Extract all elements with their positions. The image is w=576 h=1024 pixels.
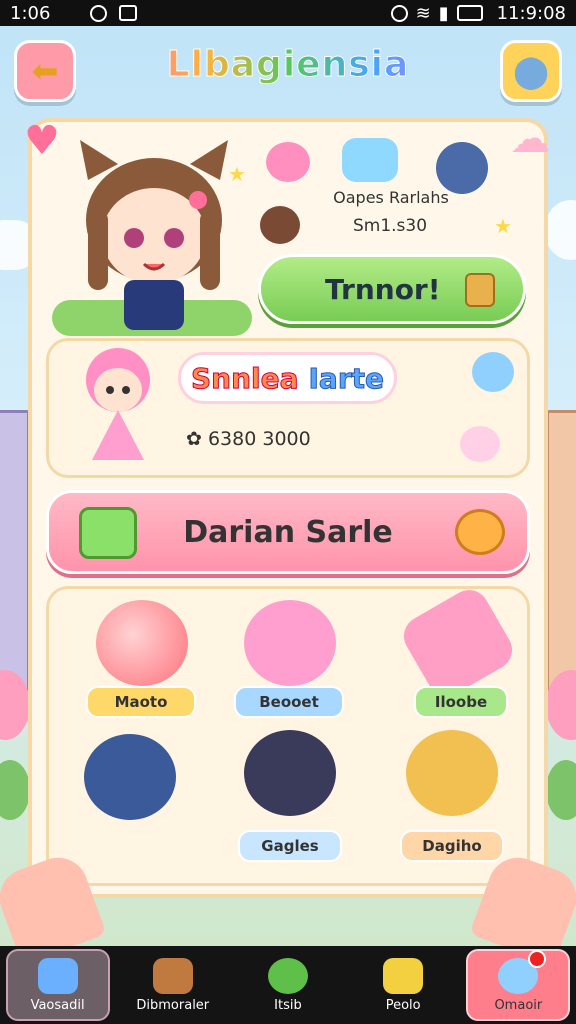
status-bar: 1:06 ≋ ▮ 11:9:08	[0, 0, 576, 26]
nav-label: Peolo	[385, 997, 421, 1013]
bear-icon	[455, 509, 505, 555]
box-icon	[152, 957, 193, 994]
wifi-icon: ≋	[415, 2, 431, 24]
grid-item-label: Iloobe	[414, 686, 508, 718]
hero-character[interactable]	[58, 140, 250, 336]
grid-item-dagiho[interactable]: Dagiho	[392, 730, 512, 862]
big-action-button[interactable]: Darian Sarle	[46, 490, 530, 574]
big-action-label: Darian Sarle	[183, 514, 393, 550]
nav-chat[interactable]: Omaoir	[466, 949, 571, 1021]
grid-item-label: Beooet	[234, 686, 344, 718]
nav-label: Dibmoraler	[136, 997, 210, 1013]
pets-name: Oapes Rarlahs	[333, 188, 449, 207]
image-icon	[119, 4, 137, 21]
nav-label: Omaoir	[494, 997, 543, 1013]
settings-button[interactable]: ⬤	[500, 40, 562, 102]
alarm-icon	[390, 4, 408, 22]
grid-item-label: Gagles	[238, 830, 342, 862]
home-icon	[37, 957, 78, 994]
pink-hair-character	[244, 600, 336, 686]
cat-ear-character	[244, 730, 336, 816]
treat-label: Trnnor!	[325, 272, 441, 306]
pet-icon	[383, 957, 424, 994]
nav-inventory[interactable]: Dibmoraler	[121, 949, 225, 1021]
nav-pets[interactable]: Peolo	[351, 949, 455, 1021]
nav-label: Itsib	[274, 997, 302, 1013]
signal-icon: ▮	[438, 2, 449, 24]
tree	[0, 760, 30, 820]
bag-icon	[465, 273, 495, 307]
page-title: Llbagiensia	[120, 44, 456, 86]
grid-item-iloobe[interactable]: Iloobe	[396, 582, 520, 718]
notification-badge	[528, 950, 546, 968]
grid-item-blue-hair[interactable]	[70, 730, 190, 848]
pet-bear	[260, 206, 300, 244]
featured-title-word1: Snnlea	[191, 361, 300, 395]
star-icon: ★	[228, 162, 246, 186]
pet-octopus	[266, 142, 310, 182]
house-icon	[79, 507, 137, 559]
nav-call[interactable]: Itsib	[236, 949, 340, 1021]
pets-sub: Sm1.s30	[352, 216, 428, 236]
grid-item-maoto[interactable]: Maoto	[82, 600, 202, 718]
featured-title: Snnlea Iarte	[178, 352, 398, 404]
featured-title-word2: Iarte	[308, 361, 385, 395]
treat-button[interactable]: Trnnor!	[258, 254, 526, 324]
status-clock: 11:9:08	[496, 2, 566, 24]
cloud	[546, 200, 576, 260]
phone-icon	[267, 957, 308, 994]
search-icon: ⬤	[513, 52, 549, 90]
cloud-icon: ☁	[510, 116, 550, 162]
nav-home[interactable]: Vaosadil	[5, 949, 110, 1021]
battery-icon	[456, 5, 483, 21]
house-left	[0, 410, 30, 710]
nav-label: Vaosadil	[30, 997, 85, 1013]
blue-hair-character	[84, 734, 176, 820]
grid-item-label: Dagiho	[400, 830, 504, 862]
heart-icon: ♥	[24, 118, 60, 164]
pet-bunny	[436, 142, 488, 194]
sparkle-icon: ✿	[186, 428, 208, 450]
house-right	[546, 410, 576, 710]
grid-item-gagles[interactable]: Gagles	[230, 730, 350, 862]
featured-character	[86, 348, 150, 460]
featured-sub: ✿ 6380 3000	[186, 428, 311, 450]
star-icon: ★	[494, 214, 512, 238]
notification-icon	[90, 4, 107, 22]
blonde-character	[406, 730, 498, 816]
grid-item-beooet[interactable]: Beooet	[230, 600, 350, 718]
grid-item-label: Maoto	[86, 686, 196, 718]
tree	[546, 760, 576, 820]
back-button[interactable]: ⬅	[14, 40, 76, 102]
flower-icon	[472, 352, 514, 392]
apple-icon	[96, 600, 188, 686]
featured-sub-text: 6380 3000	[207, 428, 311, 450]
flower-icon	[460, 426, 500, 462]
status-time: 1:06	[10, 2, 51, 24]
bottom-nav: Vaosadil Dibmoraler Itsib Peolo Omaoir	[0, 946, 576, 1024]
arrow-left-icon: ⬅	[31, 52, 59, 90]
pet-cake	[342, 138, 398, 182]
